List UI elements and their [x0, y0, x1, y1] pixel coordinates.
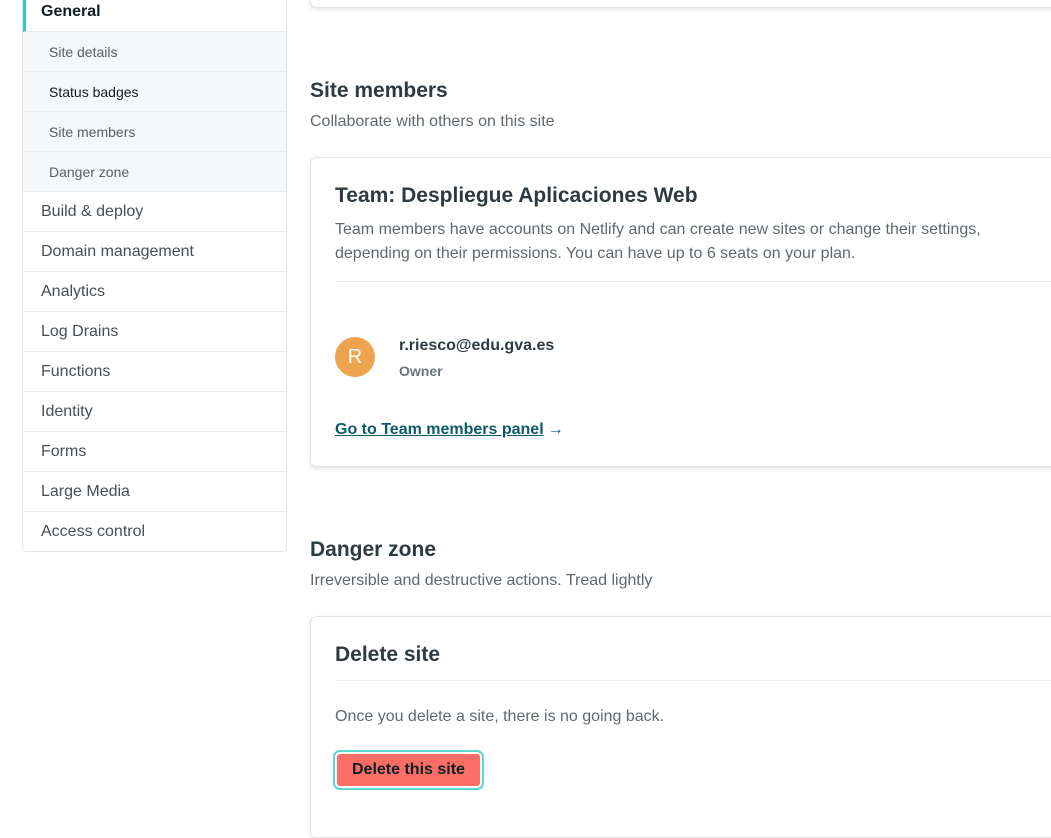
sidebar-item-label: Large Media [41, 482, 130, 500]
link-label: Go to Team members panel [335, 421, 544, 438]
sidebar-item-general[interactable]: General [23, 0, 286, 32]
member-email: r.riesco@edu.gva.es [399, 337, 555, 354]
sidebar-subitem-label: Danger zone [49, 163, 130, 180]
site-members-heading: Site members [310, 79, 448, 102]
sidebar-item-identity[interactable]: Identity [23, 392, 286, 432]
sidebar-item-analytics[interactable]: Analytics [23, 272, 286, 312]
team-description: Team members have accounts on Netlify an… [335, 221, 981, 262]
delete-site-button[interactable]: Delete this site [333, 750, 484, 790]
sidebar-item-label: Access control [41, 522, 146, 540]
team-title: Team: Despliegue Aplicaciones Web [335, 184, 698, 207]
sidebar-subitem-site-members[interactable]: Site members [23, 112, 286, 152]
avatar: R [335, 337, 375, 377]
previous-section-card [310, 0, 1051, 8]
sidebar-item-label: Analytics [41, 282, 106, 300]
member-role: Owner [399, 363, 443, 379]
sidebar-subitem-label: Site details [49, 43, 118, 60]
divider [335, 281, 1051, 282]
sidebar-item-label: Forms [41, 442, 87, 460]
danger-zone-description: Irreversible and destructive actions. Tr… [310, 572, 653, 589]
site-members-description: Collaborate with others on this site [310, 113, 555, 130]
sidebar-subitem-site-details[interactable]: Site details [23, 32, 286, 72]
sidebar-subitem-label: Status badges [49, 83, 139, 100]
sidebar-item-label: Build & deploy [41, 202, 144, 220]
sidebar-subitem-status-badges[interactable]: Status badges [23, 72, 286, 112]
sidebar-item-label: Identity [41, 402, 93, 420]
delete-site-title: Delete site [335, 643, 441, 666]
arrow-right-icon: → [547, 421, 564, 438]
team-members-panel-link[interactable]: Go to Team members panel → [335, 421, 564, 439]
sidebar-subitem-label: Site members [49, 123, 136, 140]
sidebar-item-label: Log Drains [41, 322, 119, 340]
sidebar-item-label: Domain management [41, 242, 194, 260]
settings-sidebar: General Site details Status badges Site … [22, 0, 287, 552]
sidebar-item-label: General [41, 2, 101, 20]
sidebar-item-forms[interactable]: Forms [23, 432, 286, 472]
sidebar-item-access-control[interactable]: Access control [23, 512, 286, 551]
delete-site-warning: Once you delete a site, there is no goin… [335, 708, 665, 725]
sidebar-item-domain-management[interactable]: Domain management [23, 232, 286, 272]
delete-site-card: Delete site Once you delete a site, ther… [310, 616, 1051, 838]
danger-zone-heading: Danger zone [310, 538, 437, 561]
sidebar-item-large-media[interactable]: Large Media [23, 472, 286, 512]
team-members-card: Team: Despliegue Aplicaciones Web Team m… [310, 157, 1051, 467]
sidebar-item-functions[interactable]: Functions [23, 352, 286, 392]
sidebar-item-build-deploy[interactable]: Build & deploy [23, 192, 286, 232]
sidebar-item-label: Functions [41, 362, 111, 380]
sidebar-item-log-drains[interactable]: Log Drains [23, 312, 286, 352]
divider [335, 680, 1051, 681]
sidebar-subitem-danger-zone[interactable]: Danger zone [23, 152, 286, 192]
